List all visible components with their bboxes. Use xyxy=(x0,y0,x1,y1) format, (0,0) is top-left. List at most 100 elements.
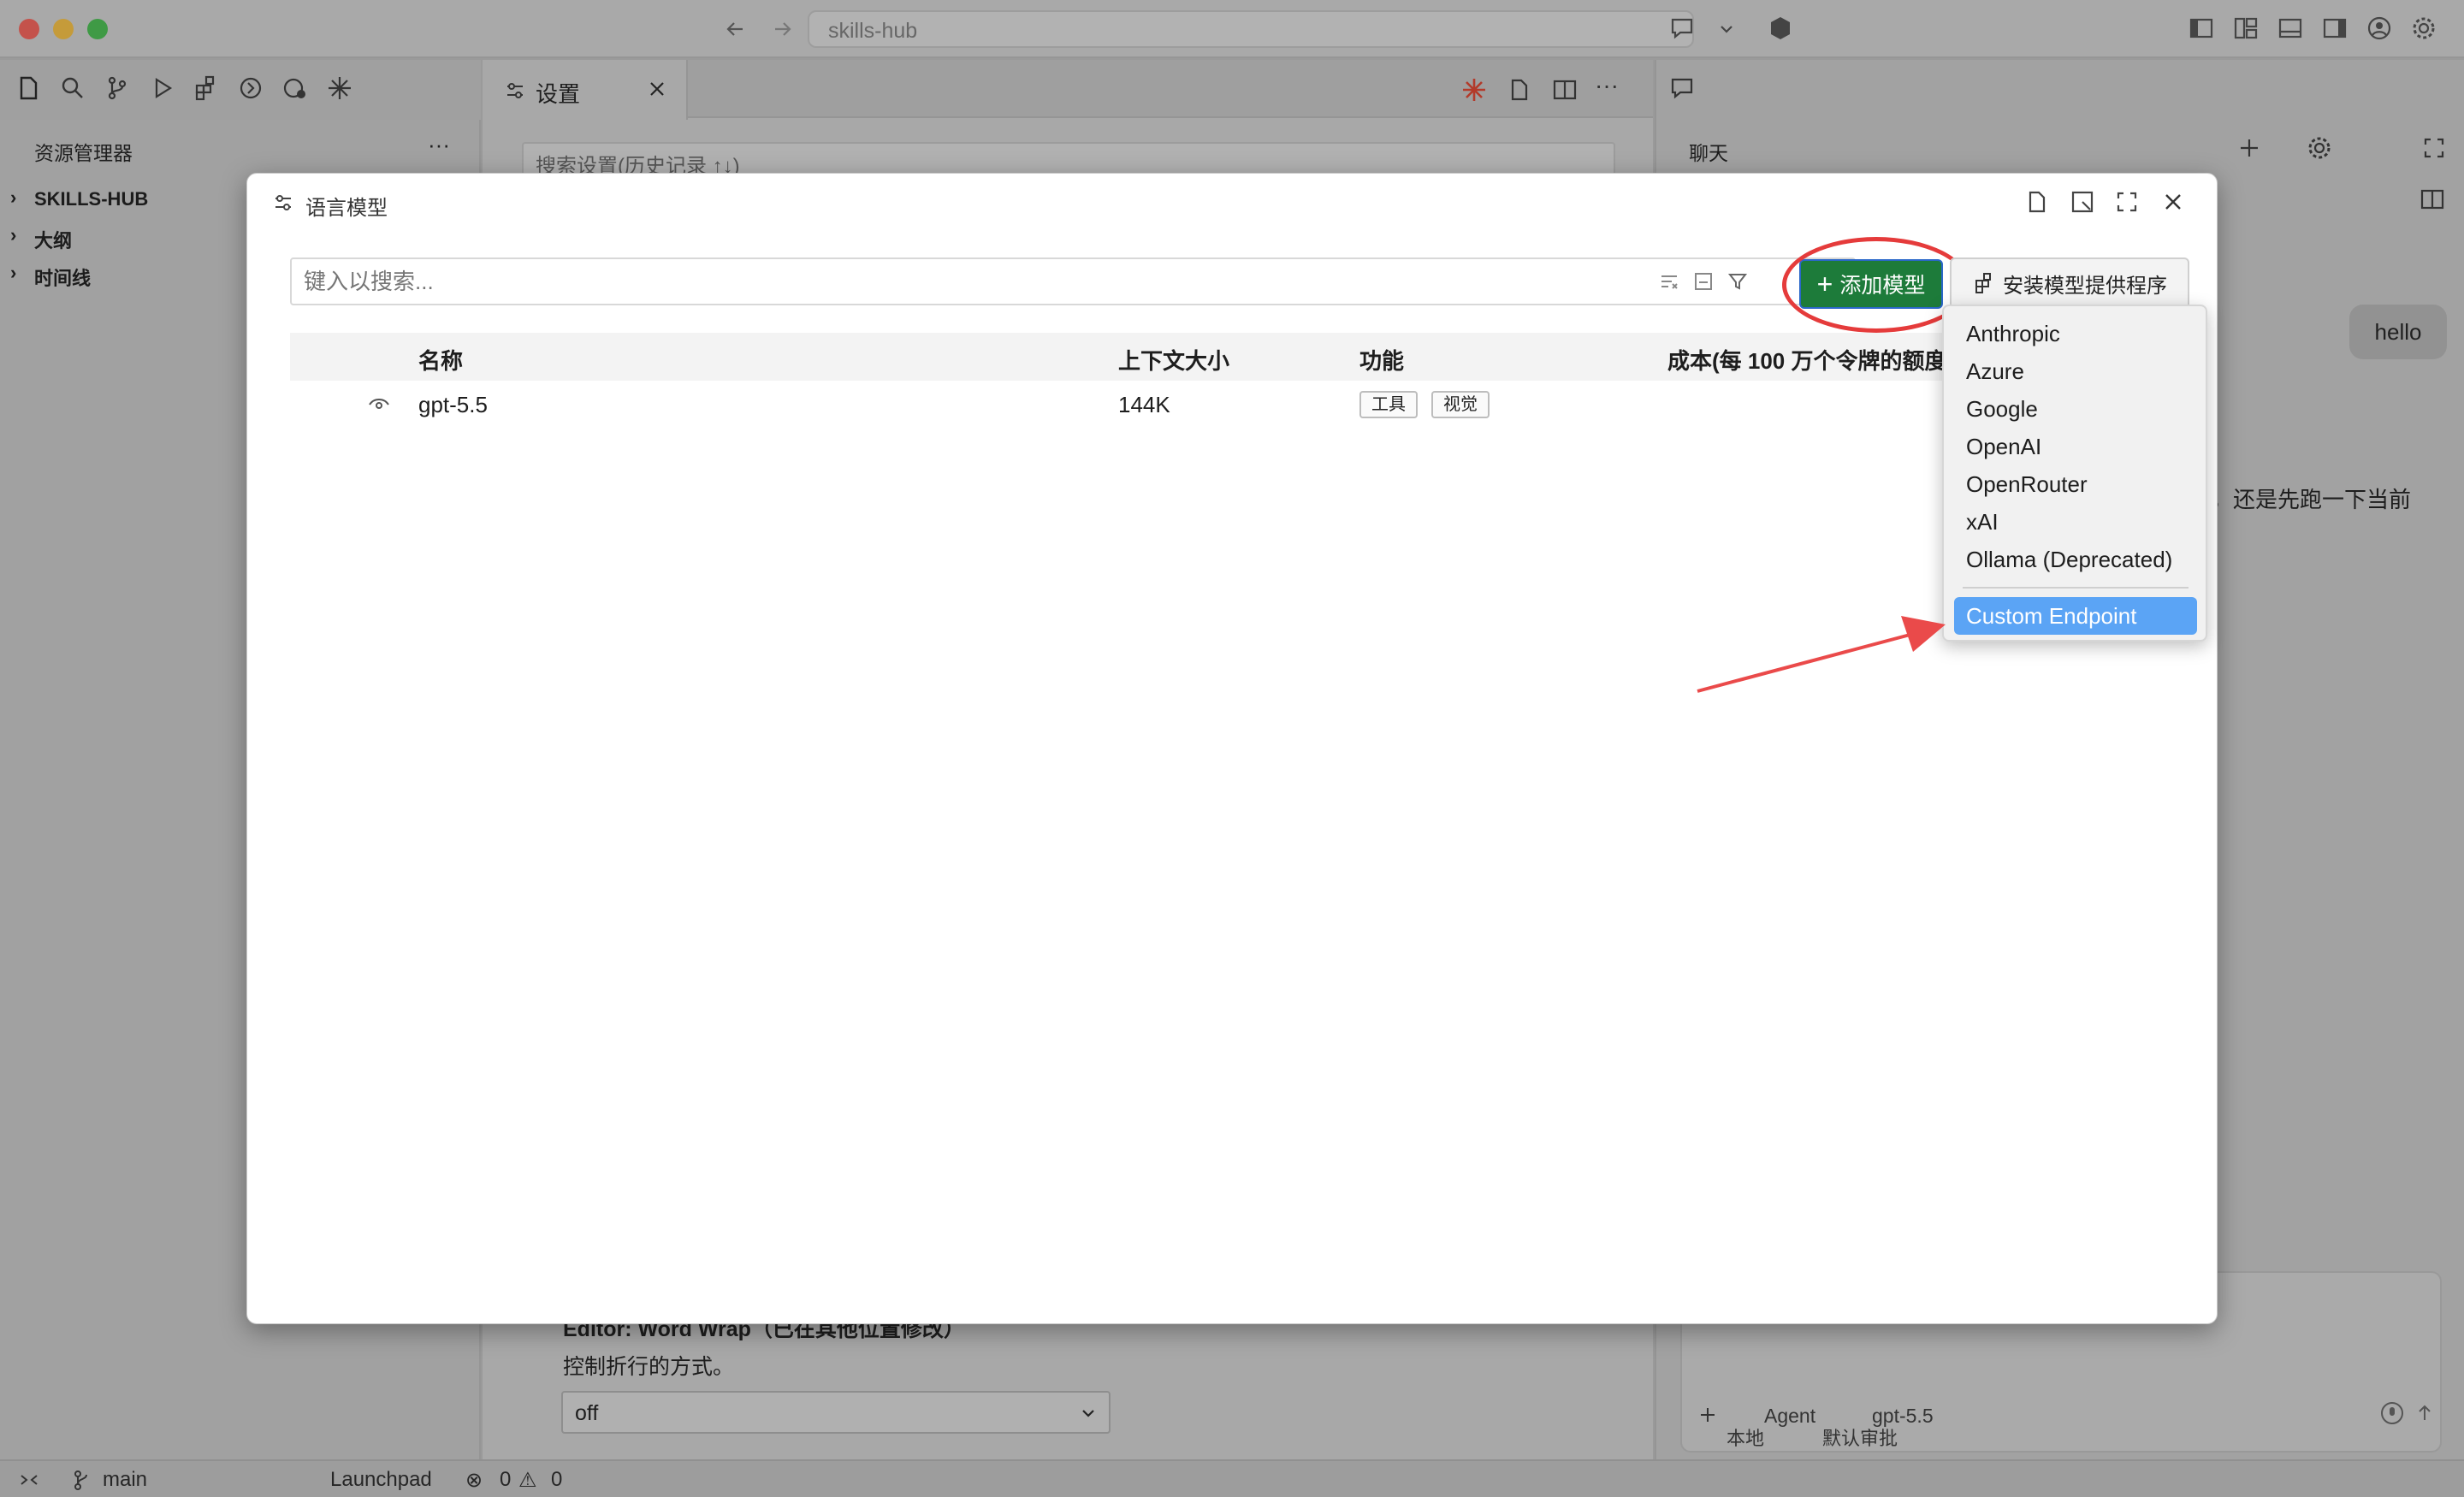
model-search-input[interactable] xyxy=(304,266,1587,297)
tree-item-label: 大纲 xyxy=(34,230,73,251)
menu-item-openrouter[interactable]: OpenRouter xyxy=(1944,465,2206,503)
sidebar-more-button[interactable]: ··· xyxy=(428,132,450,158)
menu-item-azure[interactable]: Azure xyxy=(1944,352,2206,390)
column-name[interactable]: 名称 xyxy=(418,344,463,376)
menu-item-openai[interactable]: OpenAI xyxy=(1944,428,2206,465)
table-row[interactable]: gpt-5.5 144K 工具 视觉 xyxy=(290,381,2174,429)
sidebar-title: 资源管理器 xyxy=(34,142,133,164)
dialog-title: 语言模型 xyxy=(305,197,388,220)
remote-explorer-icon[interactable] xyxy=(236,74,265,103)
tree-item-label: 时间线 xyxy=(34,268,92,289)
capability-tag-vision: 视觉 xyxy=(1431,391,1490,418)
word-wrap-value: off xyxy=(575,1401,599,1425)
extensions-icon[interactable] xyxy=(192,74,221,103)
add-model-label: 添加模型 xyxy=(1839,274,1926,298)
chat-icon[interactable] xyxy=(1668,14,1697,43)
add-context-icon[interactable] xyxy=(1696,1403,1720,1427)
warning-icon: ⚠ xyxy=(518,1469,537,1492)
chevron-down-icon xyxy=(1076,1401,1100,1425)
explorer-icon[interactable] xyxy=(14,74,43,103)
plus-icon: + xyxy=(1816,269,1833,299)
chevron-right-icon: › xyxy=(10,186,17,208)
tab-label: 设置 xyxy=(536,81,581,107)
activity-bar xyxy=(0,60,481,120)
split-editor-icon[interactable] xyxy=(1550,75,1579,104)
send-icon[interactable] xyxy=(2413,1401,2437,1425)
word-wrap-select[interactable]: off xyxy=(561,1391,1111,1434)
command-center[interactable]: skills-hub xyxy=(808,10,1694,48)
tree-item-label: SKILLS-HUB xyxy=(34,188,149,210)
location-selector[interactable]: 本地 xyxy=(1727,1423,1764,1451)
toggle-panel-icon[interactable] xyxy=(2276,14,2305,43)
toggle-secondary-sidebar-icon[interactable] xyxy=(2320,14,2349,43)
launchpad-button[interactable]: Launchpad xyxy=(330,1468,432,1492)
settings-sliders-icon xyxy=(271,191,295,215)
open-json-icon[interactable] xyxy=(2022,187,2051,216)
collapse-icon[interactable] xyxy=(1691,269,1715,293)
account-icon[interactable] xyxy=(2365,14,2394,43)
close-window-button[interactable] xyxy=(19,19,39,39)
menu-item-xai[interactable]: xAI xyxy=(1944,503,2206,541)
install-provider-button[interactable]: 安装模型提供程序 xyxy=(1950,257,2189,309)
error-icon: ⊗ xyxy=(465,1469,483,1492)
toggle-panel-icon[interactable] xyxy=(2418,185,2447,214)
microphone-icon[interactable] xyxy=(2380,1401,2404,1425)
chevron-down-icon[interactable] xyxy=(1715,17,1738,41)
branch-name[interactable]: main xyxy=(103,1468,147,1492)
source-control-icon[interactable] xyxy=(103,74,132,103)
model-name: gpt-5.5 xyxy=(418,392,488,417)
spark-icon[interactable] xyxy=(1460,75,1489,104)
column-context[interactable]: 上下文大小 xyxy=(1118,344,1229,376)
layout-icon[interactable] xyxy=(2231,14,2260,43)
settings-sliders-icon xyxy=(503,79,527,103)
approval-selector[interactable]: 默认审批 xyxy=(1822,1423,1898,1451)
menu-item-google[interactable]: Google xyxy=(1944,390,2206,428)
menu-item-ollama[interactable]: Ollama (Deprecated) xyxy=(1944,541,2206,578)
workspace-name: skills-hub xyxy=(828,19,918,43)
testing-icon[interactable] xyxy=(281,74,310,103)
forward-arrow-icon[interactable] xyxy=(770,17,794,41)
more-actions-button[interactable]: ··· xyxy=(1595,72,1619,99)
search-icon[interactable] xyxy=(58,74,87,103)
menu-separator xyxy=(1963,587,2189,589)
maximize-icon[interactable] xyxy=(2112,187,2141,216)
gear-icon[interactable] xyxy=(2409,14,2438,43)
new-chat-icon[interactable] xyxy=(2235,133,2264,163)
filter-icon[interactable] xyxy=(1726,269,1750,293)
language-models-dialog: 语言模型 + 添加模型 安装模型提供程序 名称 上下文大小 功 xyxy=(246,173,2218,1324)
run-debug-icon[interactable] xyxy=(147,74,176,103)
clear-filter-icon[interactable] xyxy=(1657,269,1681,293)
maximize-window-button[interactable] xyxy=(87,19,108,39)
tab-bar: 设置 ··· xyxy=(483,60,1653,120)
copilot-icon[interactable] xyxy=(1766,14,1795,43)
toggle-sidebar-icon[interactable] xyxy=(2187,14,2216,43)
menu-item-custom-endpoint[interactable]: Custom Endpoint xyxy=(1954,597,2197,635)
tab-settings[interactable]: 设置 xyxy=(483,60,688,120)
warning-count[interactable]: 0 xyxy=(551,1468,562,1492)
spark-icon[interactable] xyxy=(325,74,354,103)
agent-mode-picker[interactable]: Agent xyxy=(1764,1405,1815,1428)
user-message: hello xyxy=(2349,305,2447,359)
close-icon[interactable] xyxy=(2159,187,2188,216)
pop-out-icon[interactable] xyxy=(2068,187,2097,216)
models-table-header: 名称 上下文大小 功能 成本(每 100 万个令牌的额度 xyxy=(290,333,2174,381)
model-context-size: 144K xyxy=(1118,392,1170,417)
add-model-button[interactable]: + 添加模型 xyxy=(1799,259,1943,309)
open-json-icon[interactable] xyxy=(1504,75,1533,104)
status-bar: main Launchpad ⊗ 0 ⚠ 0 xyxy=(0,1459,2464,1497)
gear-icon[interactable] xyxy=(2305,133,2334,163)
model-search-box xyxy=(290,257,1856,305)
maximize-icon[interactable] xyxy=(2420,133,2449,163)
chat-icon[interactable] xyxy=(1668,74,1697,103)
back-arrow-icon[interactable] xyxy=(724,17,748,41)
close-icon[interactable] xyxy=(645,77,669,101)
branch-icon xyxy=(70,1468,94,1492)
remote-icon[interactable] xyxy=(17,1468,41,1492)
eye-icon[interactable] xyxy=(367,393,391,417)
minimize-window-button[interactable] xyxy=(53,19,74,39)
column-capabilities[interactable]: 功能 xyxy=(1359,344,1404,376)
chevron-right-icon: › xyxy=(10,224,17,246)
menu-item-anthropic[interactable]: Anthropic xyxy=(1944,315,2206,352)
error-count[interactable]: 0 xyxy=(500,1468,511,1492)
setting-description: 控制折行的方式。 xyxy=(563,1355,735,1379)
